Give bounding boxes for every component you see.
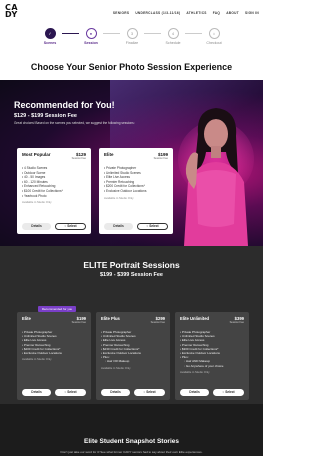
- details-button[interactable]: Details: [101, 389, 130, 396]
- elite-sessions-section: ELITE Portrait Sessions $199 - $399 Sess…: [0, 246, 263, 404]
- card-actions: Details ○ Select: [22, 223, 86, 230]
- check-icon: ✓: [44, 28, 56, 39]
- step-number: 4: [167, 28, 179, 39]
- availability-note: Available in Studio Only: [104, 195, 134, 200]
- details-button[interactable]: Details: [22, 389, 51, 396]
- nav-sign-in[interactable]: SIGN IN: [245, 11, 259, 15]
- package-price: $199 Session Fee: [154, 152, 168, 160]
- nav-athletics[interactable]: ATHLETICS: [186, 11, 206, 15]
- feature-list: Private Photographer Unlimited Studio Sc…: [101, 330, 165, 364]
- select-label: Select: [149, 224, 159, 228]
- step-label: Finalize: [125, 41, 139, 45]
- page-title: Choose Your Senior Photo Session Experie…: [30, 62, 233, 72]
- nav-faq[interactable]: FAQ: [213, 11, 220, 15]
- package-card-most-popular: Most Popular $129 Session Fee 4 Studio S…: [17, 148, 91, 234]
- card-actions: Details ○ Select: [22, 389, 86, 396]
- price-note: Session Fee: [229, 321, 244, 324]
- progress-steps: ✓ Scenes ● Session 3 Finalize 4 Schedule…: [0, 26, 263, 48]
- package-price: $129 Session Fee: [72, 152, 86, 160]
- card-actions: Details ○ Select: [104, 223, 168, 230]
- step-schedule[interactable]: 4 Schedule: [157, 26, 189, 45]
- card-actions: Details ○ Select: [101, 389, 165, 396]
- brand-logo[interactable]: CA DY: [5, 4, 25, 19]
- stories-title: Elite Student Snapshot Stories: [84, 438, 179, 445]
- step-label: Schedule: [165, 41, 181, 45]
- select-label: Select: [67, 390, 77, 394]
- feature-item: Yearbook Photo: [22, 194, 86, 199]
- nav-about[interactable]: ABOUT: [226, 11, 239, 15]
- recommended-title: Recommended for You!: [14, 100, 115, 110]
- feature-sub-item: Go Anywhere of your choice: [180, 364, 244, 368]
- elite-card-elite: Elite $199 Session Fee Private Photograp…: [17, 312, 91, 400]
- step-label: Scenes: [43, 41, 57, 45]
- section-title: ELITE Portrait Sessions: [83, 260, 180, 270]
- select-button[interactable]: ○ Select: [55, 223, 86, 230]
- elite-card-elite-plus: Elite Plus $299 Session Fee Private Phot…: [96, 312, 170, 400]
- step-number: 3: [126, 28, 138, 39]
- recommended-price: $129 - $199 Session Fee: [14, 113, 77, 119]
- feature-list: Private Photographer Unlimited Studio Sc…: [22, 330, 86, 355]
- availability-note: Available in Studio Only: [22, 357, 52, 362]
- recommended-section: Recommended for You! $129 - $199 Session…: [0, 80, 263, 246]
- step-session[interactable]: ● Session: [75, 26, 107, 45]
- step-label: Checkout: [206, 41, 222, 45]
- stories-subtitle: Don't just take our word for it! See wha…: [60, 450, 203, 454]
- select-button[interactable]: ○ Select: [134, 389, 165, 396]
- feature-item: Exclusive Outdoor Locations: [22, 351, 86, 355]
- package-price: $299 Session Fee: [151, 316, 165, 324]
- main-nav: SENIORS UNDERCLASS (1/3-11/16) ATHLETICS…: [113, 11, 259, 15]
- select-button[interactable]: ○ Select: [55, 389, 86, 396]
- select-button[interactable]: ○ Select: [137, 223, 168, 230]
- feature-sub-item: Hair OR Makeup: [101, 359, 165, 363]
- price-note: Session Fee: [153, 157, 168, 160]
- step-label: Session: [84, 41, 98, 45]
- details-button[interactable]: Details: [22, 223, 51, 230]
- card-actions: Details ○ Select: [180, 389, 244, 396]
- feature-list: Private Photographer Unlimited Studio Sc…: [104, 166, 168, 194]
- availability-note: Available in Studio Only: [22, 200, 52, 205]
- feature-list: Private Photographer Unlimited Studio Sc…: [180, 330, 244, 368]
- step-checkout[interactable]: ⌂ Checkout: [198, 26, 230, 45]
- nav-seniors[interactable]: SENIORS: [113, 11, 129, 15]
- cart-icon: ⌂: [208, 28, 220, 39]
- recommended-subtitle: Great choices! Based on the scenes you s…: [14, 121, 135, 125]
- section-price: $199 - $399 Session Fee: [100, 272, 163, 278]
- select-label: Select: [146, 390, 156, 394]
- senior-portrait-image: [178, 108, 254, 246]
- student-stories-section: Elite Student Snapshot Stories Don't jus…: [0, 404, 263, 456]
- details-button[interactable]: Details: [180, 389, 209, 396]
- select-label: Select: [67, 224, 77, 228]
- site-header: CA DY SENIORS UNDERCLASS (1/3-11/16) ATH…: [0, 0, 263, 26]
- select-button[interactable]: ○ Select: [213, 389, 244, 396]
- price-note: Session Fee: [71, 321, 86, 324]
- camera-icon: ●: [85, 28, 97, 39]
- nav-underclass[interactable]: UNDERCLASS (1/3-11/16): [135, 11, 180, 15]
- package-price: $399 Session Fee: [230, 316, 244, 324]
- feature-item: Exclusive Outdoor Locations: [104, 189, 168, 194]
- price-note: Session Fee: [71, 157, 86, 160]
- details-button[interactable]: Details: [104, 223, 133, 230]
- availability-note: Available in Studio Only: [101, 365, 131, 370]
- feature-list: 4 Studio Scenes Outdoor Scene 40 - 50 Im…: [22, 166, 86, 198]
- price-note: Session Fee: [150, 321, 165, 324]
- step-finalize[interactable]: 3 Finalize: [116, 26, 148, 45]
- package-card-elite: Elite $199 Session Fee Private Photograp…: [99, 148, 173, 234]
- elite-card-elite-unlimited: Elite Unlimited $399 Session Fee Private…: [175, 312, 249, 400]
- step-scenes[interactable]: ✓ Scenes: [34, 26, 66, 45]
- package-price: $199 Session Fee: [72, 316, 86, 324]
- availability-note: Available in Studio Only: [180, 369, 210, 374]
- select-label: Select: [225, 390, 235, 394]
- logo-line-2: DY: [5, 10, 18, 19]
